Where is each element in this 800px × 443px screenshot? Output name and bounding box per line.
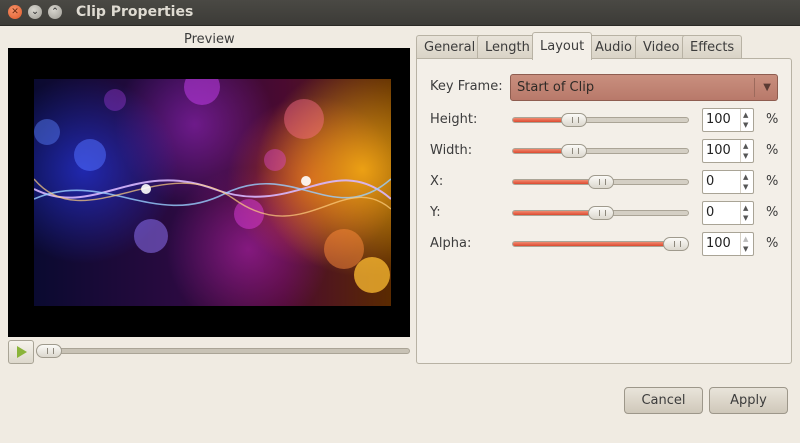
y-slider-knob[interactable]	[587, 206, 614, 220]
height-unit-label: %	[766, 112, 779, 127]
minimize-icon[interactable]: ⌄	[28, 5, 42, 19]
preview-frame	[8, 48, 410, 337]
decrement-arrow-icon[interactable]: ▼	[743, 121, 748, 129]
increment-arrow-icon[interactable]: ▲	[743, 204, 748, 212]
increment-arrow-icon[interactable]: ▲	[743, 111, 748, 119]
y-spinbox[interactable]: 0 ▲ ▼	[702, 201, 754, 225]
title-bar: ✕ ⌄ ⌃ Clip Properties	[0, 0, 800, 26]
width-slider[interactable]	[512, 148, 689, 154]
height-slider-knob[interactable]	[561, 113, 588, 127]
x-spinbox[interactable]: 0 ▲ ▼	[702, 170, 754, 194]
height-label: Height:	[430, 112, 478, 127]
close-icon[interactable]: ✕	[8, 5, 22, 19]
cancel-button[interactable]: Cancel	[624, 387, 703, 414]
alpha-unit-label: %	[766, 236, 779, 251]
play-icon	[17, 346, 27, 358]
play-button[interactable]	[8, 340, 34, 364]
width-value: 100	[706, 143, 731, 158]
key-frame-value: Start of Clip	[517, 80, 595, 95]
preview-label: Preview	[184, 32, 235, 47]
height-spinbox[interactable]: 100 ▲ ▼	[702, 108, 754, 132]
tab-effects[interactable]: Effects	[682, 35, 743, 59]
x-value: 0	[706, 174, 715, 189]
dropdown-arrow-icon: ▼	[763, 82, 771, 93]
alpha-spinbox[interactable]: 100 ▲ ▼	[702, 232, 754, 256]
light-wave-graphic	[34, 176, 391, 217]
playback-seek-knob[interactable]	[36, 344, 62, 358]
tab-length[interactable]: Length	[477, 35, 538, 59]
width-label: Width:	[430, 143, 473, 158]
decrement-arrow-icon[interactable]: ▼	[743, 214, 748, 222]
maximize-icon[interactable]: ⌃	[48, 5, 62, 19]
decrement-arrow-icon[interactable]: ▼	[743, 152, 748, 160]
width-spinbox[interactable]: 100 ▲ ▼	[702, 139, 754, 163]
x-slider-knob[interactable]	[587, 175, 614, 189]
x-label: X:	[430, 174, 444, 189]
alpha-slider-fill	[513, 242, 676, 246]
key-frame-label: Key Frame:	[430, 79, 503, 94]
increment-arrow-icon[interactable]: ▲	[743, 235, 748, 243]
tab-audio[interactable]: Audio	[587, 35, 640, 59]
apply-button[interactable]: Apply	[709, 387, 788, 414]
y-value: 0	[706, 205, 715, 220]
increment-arrow-icon[interactable]: ▲	[743, 142, 748, 150]
width-unit-label: %	[766, 143, 779, 158]
clip-properties-window: ✕ ⌄ ⌃ Clip Properties Preview General Le…	[0, 0, 800, 443]
alpha-value: 100	[706, 236, 731, 251]
increment-arrow-icon[interactable]: ▲	[743, 173, 748, 181]
alpha-label: Alpha:	[430, 236, 472, 251]
width-slider-knob[interactable]	[561, 144, 588, 158]
window-title: Clip Properties	[76, 4, 194, 20]
tab-layout[interactable]: Layout	[532, 32, 593, 60]
preview-image	[34, 79, 391, 306]
height-value: 100	[706, 112, 731, 127]
playback-seek-track[interactable]	[36, 348, 410, 354]
height-slider[interactable]	[512, 117, 689, 123]
x-unit-label: %	[766, 174, 779, 189]
y-label: Y:	[430, 205, 441, 220]
tab-general[interactable]: General	[416, 35, 484, 59]
tab-video[interactable]: Video	[635, 35, 688, 59]
y-unit-label: %	[766, 205, 779, 220]
decrement-arrow-icon[interactable]: ▼	[743, 183, 748, 191]
alpha-slider-knob[interactable]	[662, 237, 689, 251]
key-frame-dropdown[interactable]: Start of Clip ▼	[510, 74, 778, 101]
decrement-arrow-icon[interactable]: ▼	[743, 245, 748, 253]
